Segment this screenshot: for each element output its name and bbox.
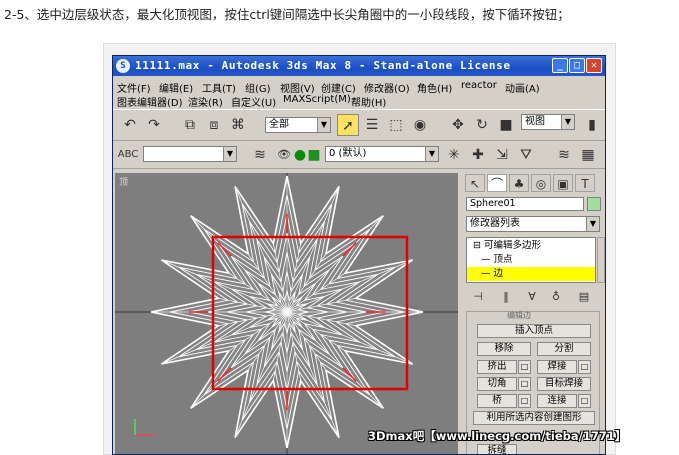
insert-vertex-button[interactable]: 插入顶点: [477, 324, 591, 338]
menu-graph-editors[interactable]: 图表编辑器(D): [117, 94, 183, 109]
reference-coord-dropdown[interactable]: 视图 ▼: [521, 114, 575, 130]
weld-settings-button[interactable]: □: [578, 360, 591, 374]
menu-bar: 文件(F) 编辑(E) 工具(T) 组(G) 视图(V) 创建(C) 修改器(O…: [113, 77, 605, 109]
watermark: 3Dmax吧【www.linecg.com/tieba/1771】: [368, 429, 627, 443]
add-to-layer-icon[interactable]: ✚: [467, 144, 489, 166]
menu-edit[interactable]: 编辑(E): [159, 80, 193, 95]
select-object-icon[interactable]: ➚: [337, 114, 359, 136]
chevron-down-icon: ▼: [425, 147, 438, 161]
set-current-layer-icon[interactable]: ⛛: [515, 144, 537, 166]
modifier-stack: ⊟ 可编辑多边形 — 顶点 — 边: [466, 237, 596, 283]
viewport-label[interactable]: 顶: [119, 175, 128, 188]
move-icon[interactable]: ✥: [447, 114, 469, 136]
title-bar[interactable]: S 11111.max - Autodesk 3ds Max 8 - Stand…: [113, 56, 605, 76]
link-icon[interactable]: ⧉: [179, 114, 201, 136]
bridge-button[interactable]: 桥: [477, 394, 517, 408]
hierarchy-tab-icon[interactable]: ♣: [509, 174, 529, 192]
menu-file[interactable]: 文件(F): [117, 80, 151, 95]
connect-settings-button[interactable]: □: [578, 394, 591, 408]
weld-button[interactable]: 焊接: [537, 360, 577, 374]
object-color-swatch[interactable]: [587, 197, 601, 211]
create-layer-icon[interactable]: ✳: [443, 144, 465, 166]
menu-reactor[interactable]: reactor: [461, 80, 497, 91]
chamfer-button[interactable]: 切角: [477, 377, 517, 391]
menu-modifiers[interactable]: 修改器(O): [364, 80, 410, 95]
modifier-list-dropdown[interactable]: 修改器列表 ▼: [466, 216, 600, 232]
menu-character[interactable]: 角色(H): [417, 80, 452, 95]
menu-rendering[interactable]: 渲染(R): [188, 94, 223, 109]
menu-help[interactable]: 帮助(H): [351, 94, 386, 109]
extrude-button[interactable]: 挤出: [477, 360, 517, 374]
create-tab-icon[interactable]: ↖: [465, 174, 485, 192]
create-shape-button[interactable]: 利用所选内容创建图形: [473, 411, 595, 425]
bind-spacewarp-icon[interactable]: ⌘: [227, 114, 249, 136]
select-by-name-icon[interactable]: ☰: [361, 114, 383, 136]
connect-button[interactable]: 连接: [537, 394, 577, 408]
unlink-icon[interactable]: ⧈: [203, 114, 225, 136]
utilities-tab-icon[interactable]: T: [575, 174, 595, 192]
minimize-button[interactable]: _: [552, 58, 568, 73]
schematic-view-icon[interactable]: ▦: [577, 144, 599, 166]
app-logo-icon: S: [116, 59, 130, 73]
layer-dropdown[interactable]: 0 (默认) ▼: [325, 146, 439, 162]
target-weld-button[interactable]: 目标焊接: [537, 377, 591, 391]
star-mesh-wireframe: [115, 173, 458, 454]
layer-manager-icon[interactable]: ≋: [249, 144, 271, 166]
menu-group[interactable]: 组(G): [245, 80, 271, 95]
make-unique-icon[interactable]: ∀: [523, 289, 541, 305]
pin-stack-icon[interactable]: ⊣: [469, 289, 487, 305]
configure-modifier-sets-icon[interactable]: ▤: [575, 289, 593, 305]
layers-icon[interactable]: ≋: [553, 144, 575, 166]
close-button[interactable]: ✕: [586, 58, 602, 73]
undo-icon[interactable]: ↶: [119, 114, 141, 136]
select-layer-icon[interactable]: ⇲: [491, 144, 513, 166]
remove-button[interactable]: 移除: [477, 342, 531, 356]
show-end-result-icon[interactable]: ‖: [497, 289, 515, 305]
menu-animation[interactable]: 动画(A): [505, 80, 540, 95]
window-crossing-icon[interactable]: ◉: [409, 114, 431, 136]
remove-modifier-icon[interactable]: ♁: [547, 289, 565, 305]
chevron-down-icon: ▼: [586, 217, 599, 231]
crease-button[interactable]: 拆缝: [477, 444, 517, 454]
chevron-down-icon: ▼: [561, 115, 574, 129]
menu-views[interactable]: 视图(V): [280, 80, 315, 95]
tutorial-caption: 2-5、选中边层级状态，最大化顶视图，按住ctrl键间隔选中长尖角圈中的一小段线…: [4, 7, 570, 22]
chevron-down-icon: ▼: [317, 118, 330, 132]
menu-maxscript[interactable]: MAXScript(M): [283, 94, 351, 105]
motion-tab-icon[interactable]: ◎: [531, 174, 551, 192]
object-name-field[interactable]: Sphere01: [466, 197, 584, 211]
rectangular-selection-icon[interactable]: ⬚: [385, 114, 407, 136]
chevron-down-icon: ▼: [223, 147, 236, 161]
command-panel-tabs: ↖ ⌒ ♣ ◎ ▣ T: [463, 173, 605, 193]
window-title: 11111.max - Autodesk 3ds Max 8 - Stand-a…: [135, 59, 511, 72]
chamfer-settings-button[interactable]: □: [518, 377, 531, 391]
pivot-center-icon[interactable]: ▮: [581, 114, 603, 136]
modify-tab-icon[interactable]: ⌒: [487, 174, 507, 192]
3dsmax-window: S 11111.max - Autodesk 3ds Max 8 - Stand…: [112, 55, 606, 455]
menu-customize[interactable]: 自定义(U): [231, 94, 276, 109]
extrude-settings-button[interactable]: □: [518, 360, 531, 374]
display-tab-icon[interactable]: ▣: [553, 174, 573, 192]
redo-icon[interactable]: ↷: [143, 114, 165, 136]
top-viewport[interactable]: 顶: [115, 173, 458, 454]
keyboard-shortcut-icon[interactable]: ABC: [117, 144, 139, 166]
secondary-toolbar: ABC ▼ ≋ 👁 ● ■ 0 (默认) ▼ ✳ ✚ ⇲ ⛛ ≋ ▦: [113, 142, 605, 169]
stack-item-edge[interactable]: — 边: [467, 267, 595, 281]
stack-item-editable-poly[interactable]: ⊟ 可编辑多边形: [467, 239, 595, 253]
command-panel: ↖ ⌒ ♣ ◎ ▣ T Sphere01 修改器列表 ▼ ⊟ 可编辑多边形 — …: [463, 173, 605, 454]
split-button[interactable]: 分割: [537, 342, 591, 356]
main-toolbar: ↶ ↷ ⧉ ⧈ ⌘ 全部 ▼ ➚ ☰ ⬚ ◉ ✥ ↻ ■ 视图 ▼ ▮: [113, 109, 605, 141]
rotate-icon[interactable]: ↻: [471, 114, 493, 136]
stack-scrollbar[interactable]: [597, 237, 605, 283]
stack-item-vertex[interactable]: — 顶点: [467, 253, 595, 267]
menu-tools[interactable]: 工具(T): [202, 80, 236, 95]
menu-create[interactable]: 创建(C): [321, 80, 356, 95]
bridge-settings-button[interactable]: □: [518, 394, 531, 408]
scale-icon[interactable]: ■: [495, 114, 517, 136]
named-selection-dropdown[interactable]: ▼: [143, 146, 237, 162]
rollout-header[interactable]: 编辑边: [507, 310, 531, 321]
layer-color-icon[interactable]: ■: [303, 144, 325, 166]
selection-filter-dropdown[interactable]: 全部 ▼: [265, 117, 331, 133]
maximize-button[interactable]: □: [569, 58, 585, 73]
